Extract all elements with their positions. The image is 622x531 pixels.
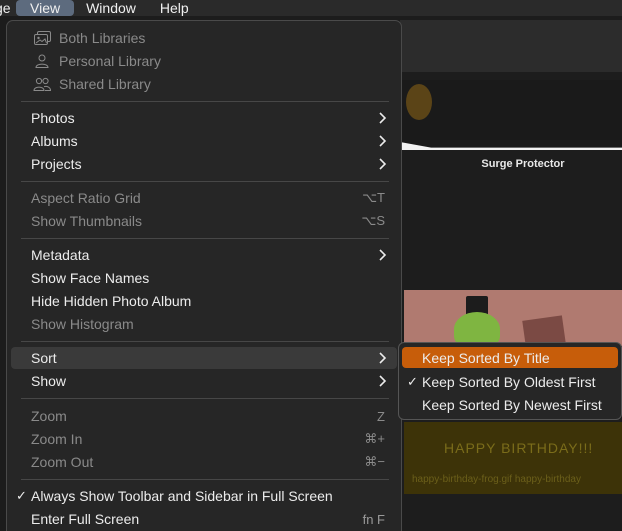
view-menu: Both Libraries Personal Library Shared L… [6,20,402,531]
menu-separator [21,181,389,182]
checkmark-icon: ✓ [16,488,27,503]
submenu-item-sort-by-newest[interactable]: Keep Sorted By Newest First [402,394,618,415]
menu-item-label: Aspect Ratio Grid [31,190,141,206]
keyboard-shortcut: ⌥T [362,190,385,205]
menu-item-zoom-out[interactable]: Zoom Out ⌘− [11,451,397,473]
menu-item-albums[interactable]: Albums [11,130,397,152]
keyboard-shortcut: ⌥S [361,213,385,228]
menu-item-show-thumbnails[interactable]: Show Thumbnails ⌥S [11,210,397,232]
thumbnail-caption: Surge Protector [481,158,565,170]
menu-item-zoom[interactable]: Zoom Z [11,405,397,427]
menu-item-always-show-toolbar[interactable]: ✓ Always Show Toolbar and Sidebar in Ful… [11,485,397,507]
menu-item-label: Always Show Toolbar and Sidebar in Full … [31,488,333,504]
menu-item-photos[interactable]: Photos [11,107,397,129]
menu-separator [21,238,389,239]
thumbnail-text: HAPPY BIRTHDAY!!! [444,440,594,456]
menu-item-label: Enter Full Screen [31,511,140,527]
menu-item-label: Sort [31,350,57,366]
menu-item-label: Zoom In [31,431,83,447]
sort-submenu: Keep Sorted By Title ✓ Keep Sorted By Ol… [398,342,622,420]
menu-item-enter-full-screen[interactable]: Enter Full Screen fn F [11,508,397,530]
menubar-item-image[interactable]: ge [0,0,16,16]
keyboard-shortcut: ⌘− [364,454,385,469]
chevron-right-icon [379,352,387,364]
menu-item-sort[interactable]: Sort [11,347,397,369]
chevron-right-icon [379,158,387,170]
menu-separator [21,341,389,342]
menu-item-projects[interactable]: Projects [11,153,397,175]
menu-item-hide-hidden-album[interactable]: Hide Hidden Photo Album [11,290,397,312]
menu-item-label: Projects [31,156,82,172]
menu-item-label: Hide Hidden Photo Album [31,293,192,309]
menu-item-label: Show [31,373,67,389]
photo-thumbnail[interactable] [400,80,622,150]
menu-item-shared-library[interactable]: Shared Library [11,73,397,95]
chevron-right-icon [379,112,387,124]
menu-item-label: Shared Library [59,76,151,92]
app-toolbar [400,20,622,72]
keyboard-shortcut: ⌘+ [364,431,385,446]
menu-item-label: Zoom [31,408,67,424]
menu-item-show-histogram[interactable]: Show Histogram [11,313,397,335]
menu-separator [21,101,389,102]
menu-item-both-libraries[interactable]: Both Libraries [11,27,397,49]
menu-item-label: Show Thumbnails [31,213,143,229]
menu-item-label: Albums [31,133,78,149]
menu-item-personal-library[interactable]: Personal Library [11,50,397,72]
menu-item-label: Show Histogram [31,316,134,332]
keyboard-shortcut: Z [377,408,385,424]
submenu-item-sort-by-title[interactable]: Keep Sorted By Title [402,347,618,368]
logo-image [406,84,432,120]
thumbnail-caption: happy-birthday-frog.gif happy-birthday [412,474,581,485]
chevron-right-icon [379,375,387,387]
submenu-item-sort-by-oldest[interactable]: ✓ Keep Sorted By Oldest First [402,371,618,392]
menu-item-label: Personal Library [59,53,161,69]
menu-item-zoom-in[interactable]: Zoom In ⌘+ [11,428,397,450]
menu-item-label: Keep Sorted By Oldest First [422,373,596,390]
menu-separator [21,479,389,480]
menu-item-label: Show Face Names [31,270,150,286]
chevron-right-icon [379,135,387,147]
menubar-item-help[interactable]: Help [148,0,201,16]
frog-image [454,312,500,346]
photo-thumbnail[interactable] [404,290,622,346]
menu-bar: ge View Window Help [0,0,622,16]
menu-item-label: Keep Sorted By Title [422,349,550,366]
menu-separator [21,398,389,399]
menu-item-show[interactable]: Show [11,370,397,392]
menu-item-label: Keep Sorted By Newest First [422,396,602,413]
thumbnail-image-bar [400,142,622,150]
chevron-right-icon [379,249,387,261]
menu-item-metadata[interactable]: Metadata [11,244,397,266]
menu-item-aspect-ratio-grid[interactable]: Aspect Ratio Grid ⌥T [11,187,397,209]
keyboard-shortcut: fn F [362,511,385,527]
checkmark-icon: ✓ [407,373,418,389]
menu-item-label: Both Libraries [59,30,146,46]
menu-item-label: Photos [31,110,75,126]
menu-item-label: Zoom Out [31,454,94,470]
menu-item-show-face-names[interactable]: Show Face Names [11,267,397,289]
menubar-item-window[interactable]: Window [74,0,148,16]
person-icon [33,53,51,69]
menu-item-label: Metadata [31,247,90,263]
menubar-item-view[interactable]: View [16,0,75,16]
people-icon [33,76,51,92]
photo-library-icon [33,30,51,46]
